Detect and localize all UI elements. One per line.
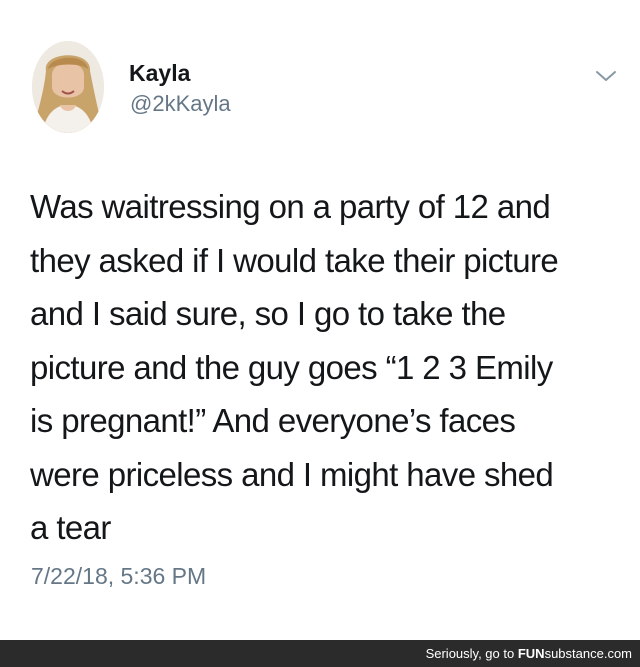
- tweet-line: and I said sure, so I go to take the: [30, 295, 506, 332]
- watermark-prefix: Seriously, go to: [425, 646, 518, 661]
- watermark-bar: Seriously, go to FUNsubstance.com: [0, 640, 640, 667]
- tweet-line: they asked if I would take their picture: [30, 241, 559, 279]
- avatar-photo-icon: [32, 41, 104, 133]
- tweet-line: Was waitressing on a party of 12 and: [30, 188, 551, 225]
- tweet-text: Was waitressing on a party of 12 and the…: [30, 180, 610, 555]
- avatar[interactable]: [32, 41, 104, 133]
- tweet-screenshot: Kayla @2kKayla Was waitressing on a part…: [0, 0, 640, 667]
- tweet-timestamp[interactable]: 7/22/18, 5:36 PM: [31, 562, 206, 590]
- watermark-brand-bold: FUN: [517, 646, 545, 661]
- watermark-suffix: .com: [603, 646, 632, 661]
- tweet-line: were priceless and I might have shed: [30, 455, 554, 493]
- chevron-down-icon[interactable]: [594, 68, 618, 84]
- tweet-line: a tear: [30, 509, 111, 546]
- watermark-text: Seriously, go to FUNsubstance.com: [426, 645, 632, 662]
- display-name[interactable]: Kayla: [129, 59, 190, 87]
- tweet-line: picture and the guy goes “1 2 3 Emily: [30, 348, 553, 386]
- tweet-line: is pregnant!” And everyone’s faces: [30, 402, 516, 439]
- user-handle[interactable]: @2kKayla: [130, 91, 231, 117]
- watermark-brand-rest: substance: [544, 646, 604, 661]
